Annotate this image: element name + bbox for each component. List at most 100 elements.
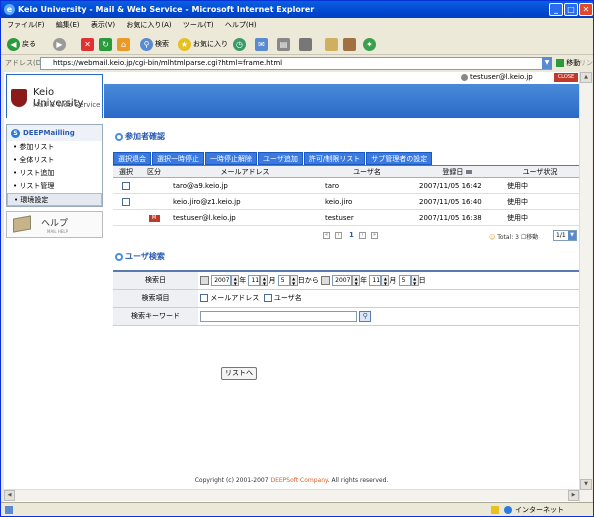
pagination: « ‹ 1 › » ☺ Total: 3 ☐移動 1/1 ▼ bbox=[113, 226, 579, 246]
to-day-field[interactable]: 5 bbox=[398, 274, 411, 286]
prev-page-icon[interactable]: ‹ bbox=[335, 232, 342, 239]
title-bar: e Keio University - Mail & Web Service -… bbox=[1, 1, 593, 18]
address-bar: アドレス(D) https://webmail.keio.jp/cgi-bin/… bbox=[1, 56, 593, 82]
edit-button[interactable] bbox=[299, 36, 314, 52]
scroll-down-icon[interactable]: ▼ bbox=[580, 479, 592, 490]
search-icon[interactable]: ⚲ bbox=[359, 310, 372, 322]
keyword-input[interactable] bbox=[200, 310, 357, 322]
forward-button[interactable]: ▶ bbox=[53, 36, 68, 52]
scroll-left-icon[interactable]: ◀ bbox=[4, 490, 15, 501]
col-username: ユーザ名 bbox=[321, 165, 413, 178]
to-year-stepper[interactable]: ▲ ▼ bbox=[352, 274, 361, 286]
main-content: 参加者確認 選択退会 選択一時停止 一時停止解除 ユーザ追加 許可/制限リスト サブ管理者… bbox=[113, 130, 579, 326]
current-page[interactable]: 1 bbox=[349, 231, 354, 239]
vertical-scrollbar[interactable]: ▲ ▼ bbox=[579, 72, 592, 503]
search-keyword-label: 検索キーワード bbox=[113, 307, 198, 326]
sidebar-item-all-list[interactable]: • 全体リスト bbox=[7, 154, 102, 167]
favorites-button[interactable]: ★ お気に入り bbox=[178, 36, 228, 52]
email-checkbox[interactable] bbox=[200, 294, 208, 302]
calendar-icon[interactable] bbox=[200, 275, 209, 285]
action-buttons: 選択退会 選択一時停止 一時停止解除 ユーザ追加 許可/制限リスト サブ管理者の設定 bbox=[113, 152, 579, 165]
sort-icon bbox=[465, 169, 472, 174]
sidebar-item-participant-list[interactable]: • 参加リスト bbox=[7, 141, 102, 154]
scroll-up-icon[interactable]: ▲ bbox=[580, 72, 592, 83]
username-checkbox[interactable] bbox=[263, 294, 272, 302]
to-month-field[interactable]: 11 bbox=[369, 274, 382, 286]
sidebar-title: S DEEPMailling bbox=[7, 125, 102, 141]
stop-button[interactable]: ✕ bbox=[81, 36, 96, 52]
window-title: Keio University - Mail & Web Service - M… bbox=[18, 5, 315, 14]
discuss-icon bbox=[325, 37, 338, 51]
row-email: keio.jiro@z1.keio.jp bbox=[169, 193, 321, 210]
search-date-label: 検索日 bbox=[113, 270, 198, 290]
unsuspend-button[interactable]: 一時停止解除 bbox=[205, 152, 257, 165]
to-list-button[interactable]: リストへ bbox=[221, 367, 257, 380]
go-button[interactable]: 移動 bbox=[556, 56, 580, 71]
book-icon bbox=[13, 215, 31, 233]
print-button[interactable]: ▤ bbox=[277, 36, 292, 52]
allow-deny-list-button[interactable]: 許可/制限リスト bbox=[303, 152, 366, 165]
maximize-button[interactable]: □ bbox=[564, 3, 578, 16]
menu-edit[interactable]: 編集(E) bbox=[56, 21, 80, 29]
col-date[interactable]: 登録日 bbox=[413, 165, 501, 178]
col-type: 区分 bbox=[139, 165, 169, 178]
suspend-selected-button[interactable]: 選択一時停止 bbox=[152, 152, 204, 165]
from-day-stepper[interactable]: ▲ ▼ bbox=[289, 274, 298, 286]
from-month-field[interactable]: 11 bbox=[248, 274, 261, 286]
menu-tools[interactable]: ツール(T) bbox=[183, 21, 214, 29]
from-day-field[interactable]: 5 bbox=[277, 274, 290, 286]
menu-bar: ファイル(F) 編集(E) 表示(V) お気に入り(A) ツール(T) ヘルプ(… bbox=[1, 18, 593, 32]
address-dropdown-icon[interactable]: ▼ bbox=[542, 57, 552, 69]
minimize-button[interactable]: _ bbox=[549, 3, 563, 16]
add-user-button[interactable]: ユーザ追加 bbox=[258, 152, 303, 165]
sidebar-item-add-list[interactable]: • リスト追加 bbox=[7, 167, 102, 180]
calendar-icon[interactable] bbox=[320, 275, 330, 285]
section-bullet-icon bbox=[115, 133, 123, 141]
messenger-icon: ✦ bbox=[363, 37, 376, 51]
participants-heading: 参加者確認 bbox=[113, 130, 579, 144]
scroll-right-icon[interactable]: ▶ bbox=[568, 490, 579, 501]
home-icon: ⌂ bbox=[117, 37, 130, 51]
mail-button[interactable]: ✉ bbox=[255, 36, 270, 52]
research-button[interactable] bbox=[343, 36, 358, 52]
menu-file[interactable]: ファイル(F) bbox=[7, 21, 45, 29]
to-year-field[interactable]: 2007 bbox=[332, 274, 353, 286]
messenger-button[interactable]: ✦ bbox=[363, 36, 378, 52]
discuss-button[interactable] bbox=[325, 36, 340, 52]
home-button[interactable]: ⌂ bbox=[117, 36, 132, 52]
to-day-stepper[interactable]: ▲ ▼ bbox=[410, 274, 419, 286]
page-select[interactable]: 1/1 ▼ bbox=[553, 230, 577, 241]
row-username: taro bbox=[321, 177, 413, 194]
history-icon: ◷ bbox=[233, 37, 246, 51]
table-row: keio.jiro@z1.keio.jp keio.jiro 2007/11/0… bbox=[113, 193, 579, 210]
last-page-icon[interactable]: » bbox=[371, 232, 378, 239]
company-link[interactable]: DEEPSoft Company bbox=[270, 477, 327, 484]
header-banner bbox=[104, 84, 579, 118]
table-row: M testuser@l.keio.jp testuser 2007/11/05… bbox=[113, 209, 579, 226]
address-input[interactable]: https://webmail.keio.jp/cgi-bin/mlhtmlpa… bbox=[40, 57, 552, 70]
next-page-icon[interactable]: › bbox=[359, 232, 366, 239]
first-page-icon[interactable]: « bbox=[323, 232, 330, 239]
sidebar-item-settings[interactable]: • 環境設定 bbox=[7, 193, 102, 206]
horizontal-scrollbar[interactable]: ◀ ▶ bbox=[4, 489, 579, 501]
sub-admin-settings-button[interactable]: サブ管理者の設定 bbox=[366, 152, 433, 165]
search-button[interactable]: ⚲ 検索 bbox=[140, 36, 169, 52]
row-checkbox[interactable] bbox=[122, 181, 130, 190]
menu-help[interactable]: ヘルプ(H) bbox=[225, 21, 257, 29]
withdraw-selected-button[interactable]: 選択退会 bbox=[113, 152, 151, 165]
refresh-button[interactable]: ↻ bbox=[99, 36, 114, 52]
menu-view[interactable]: 表示(V) bbox=[91, 21, 115, 29]
help-link[interactable]: ヘルプ MAIL HELP bbox=[6, 211, 103, 238]
status-bar: インターネット bbox=[1, 502, 593, 516]
row-checkbox[interactable] bbox=[122, 197, 130, 206]
close-session-button[interactable]: CLOSE bbox=[554, 73, 578, 82]
menu-favorites[interactable]: お気に入り(A) bbox=[126, 21, 171, 29]
history-button[interactable]: ◷ bbox=[233, 36, 248, 52]
address-label: アドレス(D) bbox=[5, 59, 44, 67]
col-email: メールアドレス bbox=[169, 165, 321, 178]
web-page: Keio University Mail & Web Service testu… bbox=[4, 72, 579, 503]
from-year-field[interactable]: 2007 bbox=[211, 274, 232, 286]
close-button[interactable]: ✕ bbox=[579, 3, 593, 16]
sidebar-item-list-manage[interactable]: • リスト管理 bbox=[7, 180, 102, 193]
back-button[interactable]: ◀ 戻る bbox=[7, 36, 36, 52]
